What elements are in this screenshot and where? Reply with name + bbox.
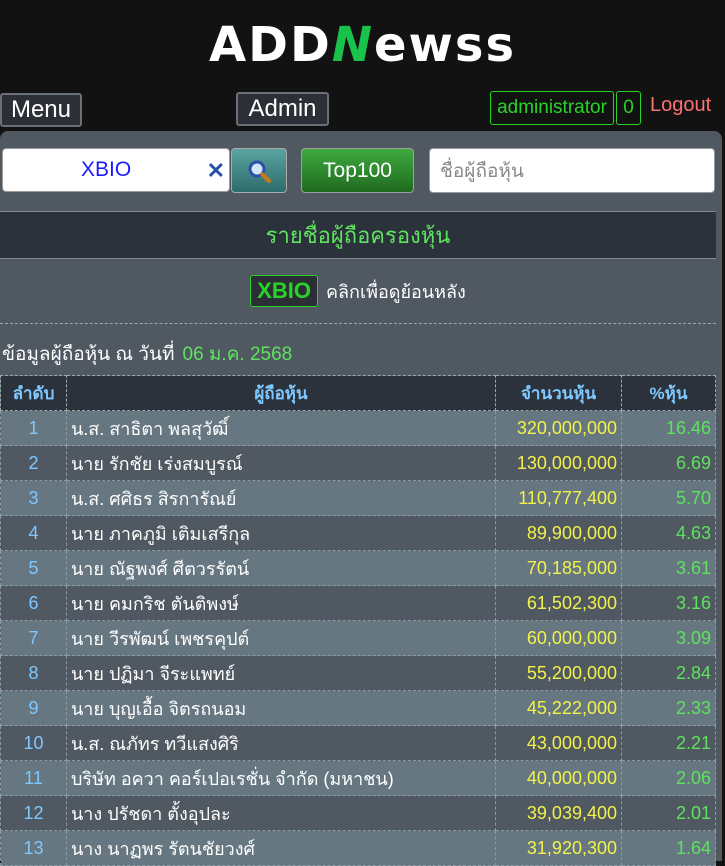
ticker-history-button[interactable]: XBIO <box>250 275 318 307</box>
table-row[interactable]: 1 น.ส. สาธิตา พลสุวัฒิ์ 320,000,000 16.46 <box>0 410 716 446</box>
row-holder-name[interactable]: นาย รักชัย เร่งสมบูรณ์ <box>66 445 496 481</box>
row-shares: 55,200,000 <box>495 655 622 691</box>
holder-name-input[interactable]: ชื่อผู้ถือหุ้น <box>429 148 715 193</box>
logout-link[interactable]: Logout <box>650 94 711 117</box>
row-holder-name[interactable]: นาย วีรพัฒน์ เพชรคุปต์ <box>66 620 496 656</box>
admin-button[interactable]: Admin <box>236 92 329 126</box>
row-pct: 5.70 <box>621 480 716 516</box>
table-row[interactable]: 7 นาย วีรพัฒน์ เพชรคุปต์ 60,000,000 3.09 <box>0 620 716 656</box>
ticker-search-value: XBIO <box>81 158 132 181</box>
row-rank: 1 <box>0 410 67 446</box>
history-link-text: คลิกเพื่อดูย้อนหลัง <box>325 281 466 302</box>
row-holder-name[interactable]: น.ส. ณภัทร ทวีแสงศิริ <box>66 725 496 761</box>
data-date-label: ข้อมูลผู้ถือหุ้น ณ วันที่ <box>2 344 175 365</box>
table-row[interactable]: 8 นาย ปฏิมา จีระแพทย์ 55,200,000 2.84 <box>0 655 716 691</box>
row-shares: 31,920,300 <box>495 830 622 866</box>
row-pct: 3.09 <box>621 620 716 656</box>
row-pct: 4.63 <box>621 515 716 551</box>
row-shares: 320,000,000 <box>495 410 622 446</box>
header-rank[interactable]: ลำดับ <box>0 375 67 411</box>
row-rank: 6 <box>0 585 67 621</box>
logo-text-n: N <box>331 17 374 73</box>
logo-text-ewss: ewss <box>373 17 517 73</box>
divider <box>0 323 716 324</box>
menu-button[interactable]: Menu <box>0 93 82 127</box>
row-holder-name[interactable]: น.ส. สาธิตา พลสุวัฒิ์ <box>66 410 496 446</box>
row-holder-name[interactable]: นาย ปฏิมา จีระแพทย์ <box>66 655 496 691</box>
clear-icon[interactable]: ✕ <box>207 158 225 184</box>
row-pct: 16.46 <box>621 410 716 446</box>
row-rank: 8 <box>0 655 67 691</box>
data-date-row: ข้อมูลผู้ถือหุ้น ณ วันที่ 06 ม.ค. 2568 <box>2 339 292 369</box>
row-holder-name[interactable]: นาย คมกริช ตันติพงษ์ <box>66 585 496 621</box>
top-bar: Menu Admin administrator 0 Logout <box>0 90 725 130</box>
table-row[interactable]: 4 นาย ภาคภูมิ เติมเสรีกุล 89,900,000 4.63 <box>0 515 716 551</box>
row-pct: 2.06 <box>621 760 716 796</box>
table-row[interactable]: 6 นาย คมกริช ตันติพงษ์ 61,502,300 3.16 <box>0 585 716 621</box>
user-name-badge[interactable]: administrator <box>490 91 614 125</box>
table-header-row: ลำดับ ผู้ถือหุ้น จำนวนหุ้น %หุ้น <box>0 375 716 411</box>
history-link-row: XBIO คลิกเพื่อดูย้อนหลัง <box>0 273 716 309</box>
row-rank: 5 <box>0 550 67 586</box>
table-row[interactable]: 11 บริษัท อควา คอร์เปอเรชั่น จำกัด (มหาชน… <box>0 760 716 796</box>
row-pct: 6.69 <box>621 445 716 481</box>
row-holder-name[interactable]: นาง นาฏพร รัตนชัยวงศ์ <box>66 830 496 866</box>
row-holder-name[interactable]: นาง ปรัชดา ตั้งอุปละ <box>66 795 496 831</box>
row-shares: 40,000,000 <box>495 760 622 796</box>
table-row[interactable]: 9 นาย บุญเอื้อ จิตรถนอม 45,222,000 2.33 <box>0 690 716 726</box>
row-shares: 70,185,000 <box>495 550 622 586</box>
row-holder-name[interactable]: น.ส. ศศิธร สิรการัณย์ <box>66 480 496 516</box>
row-pct: 3.61 <box>621 550 716 586</box>
row-rank: 10 <box>0 725 67 761</box>
header-shares[interactable]: จำนวนหุ้น <box>495 375 622 411</box>
row-holder-name[interactable]: นาย บุญเอื้อ จิตรถนอม <box>66 690 496 726</box>
ticker-search-input[interactable]: XBIO ✕ <box>2 148 230 192</box>
user-count-badge[interactable]: 0 <box>616 91 641 125</box>
row-pct: 2.01 <box>621 795 716 831</box>
row-shares: 60,000,000 <box>495 620 622 656</box>
section-title: รายชื่อผู้ถือครองหุ้น <box>0 211 716 259</box>
search-icon <box>248 160 271 183</box>
row-rank: 13 <box>0 830 67 866</box>
row-rank: 7 <box>0 620 67 656</box>
table-row[interactable]: 13 นาง นาฏพร รัตนชัยวงศ์ 31,920,300 1.64 <box>0 830 716 866</box>
table-row[interactable]: 3 น.ส. ศศิธร สิรการัณย์ 110,777,400 5.70 <box>0 480 716 516</box>
row-shares: 45,222,000 <box>495 690 622 726</box>
header-pct[interactable]: %หุ้น <box>621 375 716 411</box>
row-shares: 89,900,000 <box>495 515 622 551</box>
row-shares: 43,000,000 <box>495 725 622 761</box>
table-row[interactable]: 2 นาย รักชัย เร่งสมบูรณ์ 130,000,000 6.69 <box>0 445 716 481</box>
table-row[interactable]: 10 น.ส. ณภัทร ทวีแสงศิริ 43,000,000 2.21 <box>0 725 716 761</box>
row-shares: 110,777,400 <box>495 480 622 516</box>
row-rank: 2 <box>0 445 67 481</box>
row-rank: 3 <box>0 480 67 516</box>
row-holder-name[interactable]: นาย ภาคภูมิ เติมเสรีกุล <box>66 515 496 551</box>
search-button[interactable] <box>231 148 287 193</box>
row-holder-name[interactable]: นาย ณัฐพงศ์ ศีตวรรัตน์ <box>66 550 496 586</box>
data-date-value: 06 ม.ค. 2568 <box>182 344 293 365</box>
site-logo[interactable]: ADD Newss <box>0 10 725 80</box>
header-holder[interactable]: ผู้ถือหุ้น <box>66 375 496 411</box>
row-pct: 3.16 <box>621 585 716 621</box>
row-rank: 11 <box>0 760 67 796</box>
top100-button[interactable]: Top100 <box>301 148 414 193</box>
row-pct: 2.33 <box>621 690 716 726</box>
row-shares: 61,502,300 <box>495 585 622 621</box>
row-rank: 4 <box>0 515 67 551</box>
row-holder-name[interactable]: บริษัท อควา คอร์เปอเรชั่น จำกัด (มหาชน) <box>66 760 496 796</box>
row-rank: 12 <box>0 795 67 831</box>
row-pct: 2.84 <box>621 655 716 691</box>
row-pct: 1.64 <box>621 830 716 866</box>
row-shares: 130,000,000 <box>495 445 622 481</box>
row-rank: 9 <box>0 690 67 726</box>
table-row[interactable]: 12 นาง ปรัชดา ตั้งอุปละ 39,039,400 2.01 <box>0 795 716 831</box>
main-panel: XBIO ✕ Top100 ชื่อผู้ถือหุ้น รายชื่อผู้ถ… <box>0 131 722 866</box>
row-shares: 39,039,400 <box>495 795 622 831</box>
logo-text-add: ADD <box>208 17 332 73</box>
shareholder-table: ลำดับ ผู้ถือหุ้น จำนวนหุ้น %หุ้น 1 น.ส. ส… <box>0 375 716 866</box>
table-row[interactable]: 5 นาย ณัฐพงศ์ ศีตวรรัตน์ 70,185,000 3.61 <box>0 550 716 586</box>
row-pct: 2.21 <box>621 725 716 761</box>
